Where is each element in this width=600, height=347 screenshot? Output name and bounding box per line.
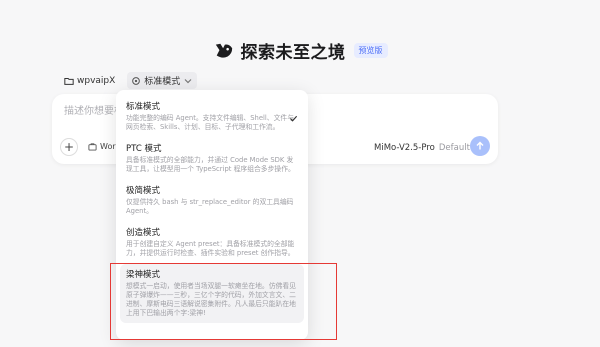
workspace-name: wpvaipX [77, 75, 116, 86]
mode-option-desc: 用于创建自定义 Agent preset：具备标准模式的全部能力，并提供运行时检… [126, 240, 295, 257]
model-variant: Default [438, 143, 470, 153]
mode-option-standard[interactable]: 标准模式 功能完整的编码 Agent。支持文件编辑、Shell、文件与网页检索、… [120, 96, 304, 137]
work-icon [88, 143, 97, 151]
page-title: 探索未至之境 [240, 43, 346, 63]
mode-option-desc: 仅提供持久 bash 与 str_replace_editor 的双工具编码 A… [126, 198, 294, 215]
mode-option-create[interactable]: 创造模式 用于创建自定义 Agent preset：具备标准模式的全部能力，并提… [120, 222, 304, 263]
mode-option-name: 创造模式 [126, 228, 161, 238]
mode-option-name: 标准模式 [126, 102, 161, 112]
prompt-placeholder[interactable]: 描述你想要构 [64, 102, 124, 117]
model-name: MiMo-V2.5-Pro [374, 143, 435, 153]
folder-icon [64, 77, 74, 85]
mode-option-desc: 具备标准模式的全部能力，并通过 Code Mode SDK 发现工具，让模型用一… [126, 156, 295, 173]
highlight-annotation-box [110, 263, 337, 340]
mode-option-minimal[interactable]: 极简模式 仅提供持久 bash 与 str_replace_editor 的双工… [120, 180, 304, 221]
mode-icon [132, 76, 141, 85]
mode-option-ptc[interactable]: PTC 模式 具备标准模式的全部能力，并通过 Code Mode SDK 发现工… [120, 138, 304, 179]
mode-option-name: PTC 模式 [126, 144, 162, 154]
mode-option-name: 极简模式 [126, 186, 161, 196]
mode-option-desc: 功能完整的编码 Agent。支持文件编辑、Shell、文件与网页检索、Skill… [126, 114, 294, 131]
check-icon [289, 115, 298, 122]
arrow-up-icon [476, 141, 484, 150]
mode-selector[interactable]: 标准模式 [127, 72, 198, 89]
mode-selector-label: 标准模式 [144, 77, 181, 87]
model-selector[interactable]: MiMo-V2.5-Pro Default [374, 143, 482, 153]
preview-badge: 预览版 [353, 43, 388, 58]
chevron-down-icon [184, 78, 192, 83]
workspace-selector[interactable]: wpvaipX [60, 74, 119, 88]
send-button[interactable] [470, 136, 490, 156]
mimo-logo-icon [215, 43, 232, 58]
context-selectors: wpvaipX 标准模式 [60, 72, 198, 89]
page-header: 探索未至之境 预览版 [0, 38, 600, 63]
add-attachment-button[interactable]: + [60, 138, 78, 156]
